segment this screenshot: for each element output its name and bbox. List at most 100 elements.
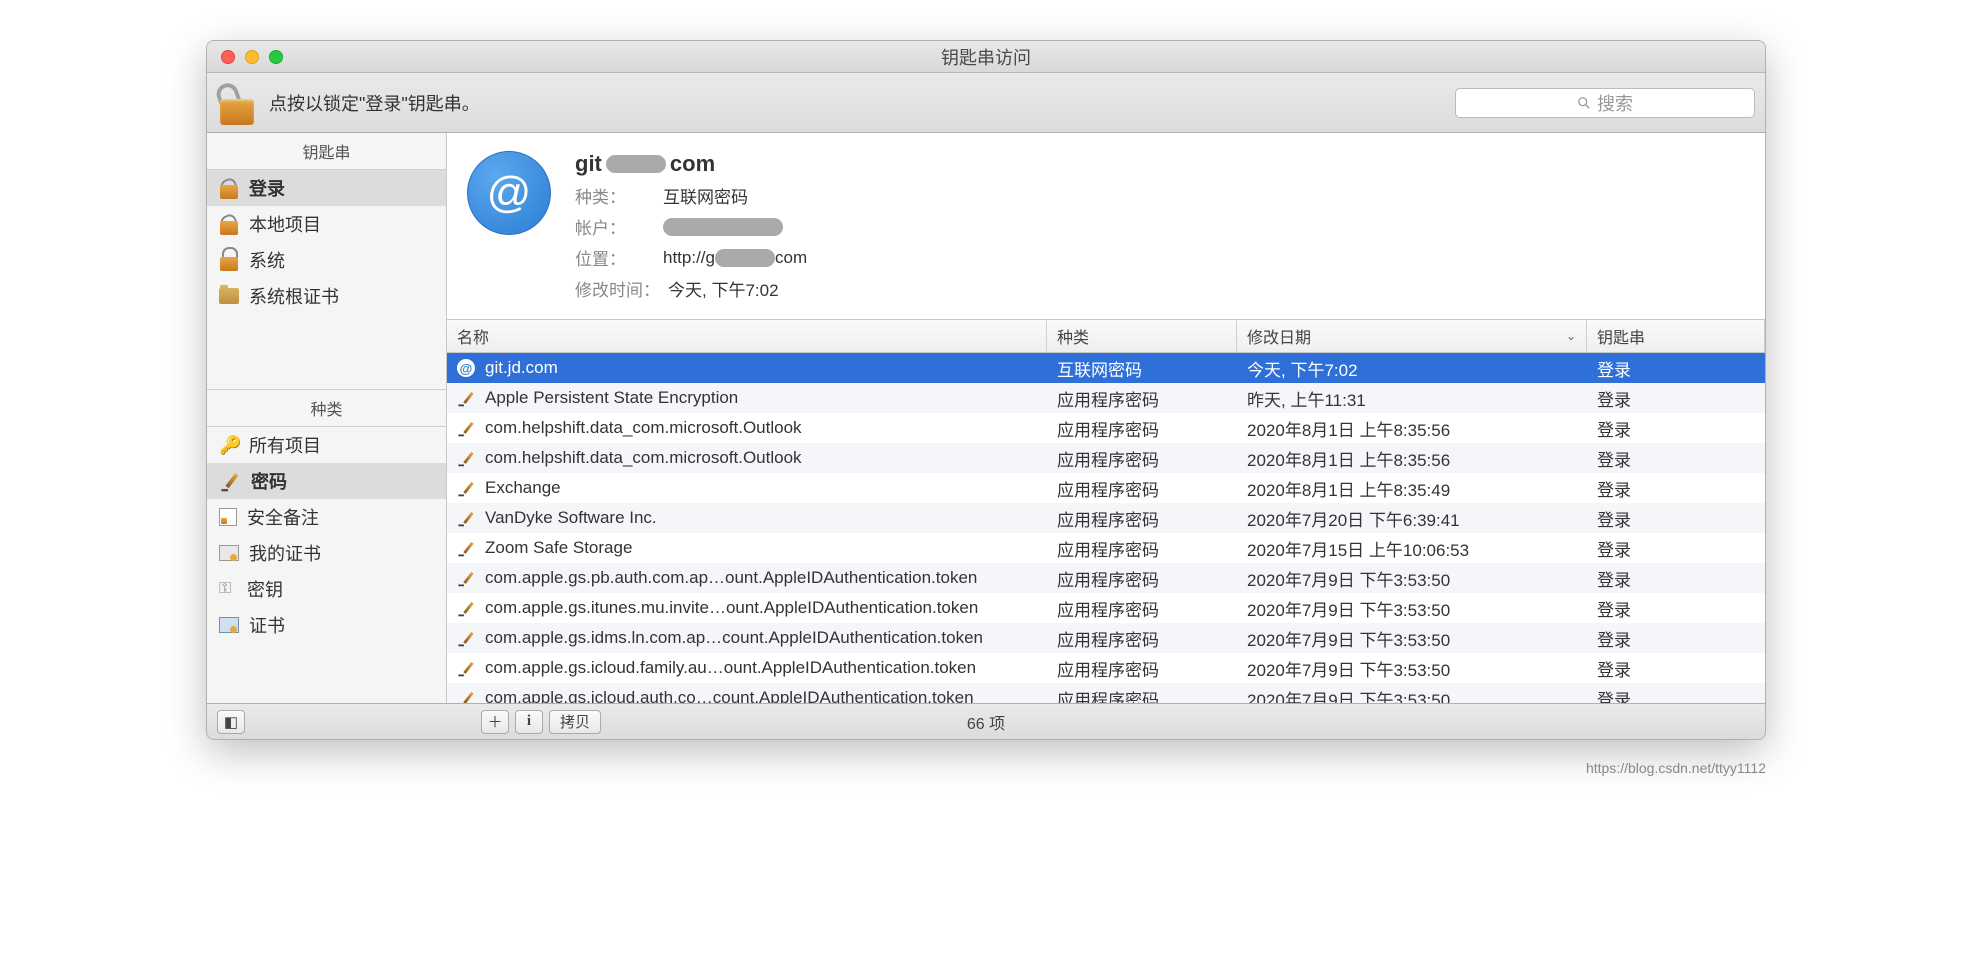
note-icon (219, 508, 237, 526)
redacted (663, 218, 783, 236)
at-icon: @ (467, 151, 551, 235)
detail-kind-value: 互联网密码 (663, 183, 748, 208)
row-keychain: 登录 (1587, 356, 1765, 381)
pen-icon (219, 470, 241, 492)
row-kind: 互联网密码 (1047, 356, 1237, 381)
item-count: 66 项 (967, 710, 1005, 734)
close-button[interactable] (221, 50, 235, 64)
column-keychain[interactable]: 钥匙串 (1587, 320, 1765, 352)
row-name: Exchange (485, 478, 561, 498)
row-keychain: 登录 (1587, 446, 1765, 471)
zoom-button[interactable] (269, 50, 283, 64)
lock-closed-icon (219, 249, 239, 271)
table-row[interactable]: Zoom Safe Storage应用程序密码2020年7月15日 上午10:0… (447, 533, 1765, 563)
pen-icon (457, 629, 475, 647)
window-title: 钥匙串访问 (941, 44, 1031, 70)
sidebar-category-item[interactable]: 🔑 所有项目 (207, 427, 446, 463)
row-kind: 应用程序密码 (1047, 416, 1237, 441)
sidebar-keychain-item[interactable]: 系统根证书 (207, 278, 446, 314)
table-row[interactable]: @git.jd.com互联网密码今天, 下午7:02登录 (447, 353, 1765, 383)
table-row[interactable]: com.apple.gs.idms.ln.com.ap…count.AppleI… (447, 623, 1765, 653)
table-row[interactable]: com.helpshift.data_com.microsoft.Outlook… (447, 413, 1765, 443)
row-date: 2020年8月1日 上午8:35:56 (1237, 416, 1587, 441)
table-row[interactable]: Apple Persistent State Encryption应用程序密码昨… (447, 383, 1765, 413)
sidebar-category-item[interactable]: 密码 (207, 463, 446, 499)
row-name: VanDyke Software Inc. (485, 508, 657, 528)
row-keychain: 登录 (1587, 386, 1765, 411)
sidebar-item-label: 证书 (249, 612, 285, 638)
detail-name: gitcom (575, 151, 807, 177)
folder-icon (219, 288, 239, 304)
row-date: 2020年8月1日 上午8:35:49 (1237, 476, 1587, 501)
row-kind: 应用程序密码 (1047, 566, 1237, 591)
sidebar-item-label: 密码 (251, 468, 287, 494)
row-date: 2020年7月9日 下午3:53:50 (1237, 566, 1587, 591)
row-keychain: 登录 (1587, 626, 1765, 651)
sidebar-category-item[interactable]: ⚿密钥 (207, 571, 446, 607)
column-kind[interactable]: 种类 (1047, 320, 1237, 352)
keychain-window: 钥匙串访问 点按以锁定"登录"钥匙串。 搜索 钥匙串 登录本地项目系统系统根证书… (206, 40, 1766, 740)
row-name: com.apple.gs.icloud.family.au…ount.Apple… (485, 658, 976, 678)
sidebar-header-keychains: 钥匙串 (207, 133, 446, 170)
table-row[interactable]: VanDyke Software Inc.应用程序密码2020年7月20日 下午… (447, 503, 1765, 533)
column-date[interactable]: 修改日期⌄ (1237, 320, 1587, 352)
row-keychain: 登录 (1587, 536, 1765, 561)
sidebar-item-label: 我的证书 (249, 540, 321, 566)
key-icon: ⚿ (219, 580, 237, 598)
lock-open-icon (217, 81, 257, 125)
row-date: 2020年7月20日 下午6:39:41 (1237, 506, 1587, 531)
row-name: com.apple.gs.itunes.mu.invite…ount.Apple… (485, 598, 978, 618)
row-kind: 应用程序密码 (1047, 446, 1237, 471)
row-name: Zoom Safe Storage (485, 538, 632, 558)
info-button[interactable]: i (515, 710, 543, 734)
table-row[interactable]: com.apple.gs.pb.auth.com.ap…ount.AppleID… (447, 563, 1765, 593)
search-field[interactable]: 搜索 (1455, 88, 1755, 118)
lock-hint: 点按以锁定"登录"钥匙串。 (269, 90, 480, 116)
minimize-button[interactable] (245, 50, 259, 64)
row-date: 2020年7月9日 下午3:53:50 (1237, 596, 1587, 621)
sidebar-item-label: 所有项目 (249, 432, 321, 458)
statusbar: ◧ ＋ i 拷贝 66 项 (207, 703, 1765, 739)
titlebar[interactable]: 钥匙串访问 (207, 41, 1765, 73)
copy-button[interactable]: 拷贝 (549, 710, 601, 734)
table-row[interactable]: com.apple.gs.itunes.mu.invite…ount.Apple… (447, 593, 1765, 623)
detail-modified-value: 今天, 下午7:02 (668, 276, 779, 301)
sidebar-keychain-item[interactable]: 本地项目 (207, 206, 446, 242)
row-date: 2020年7月15日 上午10:06:53 (1237, 536, 1587, 561)
pen-icon (457, 509, 475, 527)
table-row[interactable]: com.apple.gs.icloud.auth.co…count.AppleI… (447, 683, 1765, 703)
search-icon (1577, 96, 1591, 110)
row-kind: 应用程序密码 (1047, 476, 1237, 501)
row-kind: 应用程序密码 (1047, 686, 1237, 704)
sidebar-item-label: 本地项目 (249, 211, 321, 237)
lock-open-icon (219, 177, 239, 199)
detail-modified-label: 修改时间： (575, 276, 660, 301)
lock-area[interactable]: 点按以锁定"登录"钥匙串。 (217, 81, 480, 125)
table-row[interactable]: com.helpshift.data_com.microsoft.Outlook… (447, 443, 1765, 473)
watermark: https://blog.csdn.net/ttyy1112 (206, 760, 1766, 776)
sidebar-category-item[interactable]: 我的证书 (207, 535, 446, 571)
body: 钥匙串 登录本地项目系统系统根证书 种类 🔑所有项目密码安全备注我的证书⚿密钥证… (207, 133, 1765, 703)
table-row[interactable]: com.apple.gs.icloud.family.au…ount.Apple… (447, 653, 1765, 683)
row-kind: 应用程序密码 (1047, 386, 1237, 411)
detail-location-label: 位置： (575, 245, 655, 270)
sidebar-item-label: 系统 (249, 247, 285, 273)
row-kind: 应用程序密码 (1047, 596, 1237, 621)
image-button[interactable]: ◧ (217, 710, 245, 734)
pen-icon (457, 389, 475, 407)
row-name: Apple Persistent State Encryption (485, 388, 738, 408)
row-name: com.apple.gs.idms.ln.com.ap…count.AppleI… (485, 628, 983, 648)
lock-open-icon (219, 213, 239, 235)
column-name[interactable]: 名称 (447, 320, 1047, 352)
row-kind: 应用程序密码 (1047, 626, 1237, 651)
sidebar-category-item[interactable]: 安全备注 (207, 499, 446, 535)
sidebar-category-item[interactable]: 证书 (207, 607, 446, 643)
keychains-list: 登录本地项目系统系统根证书 (207, 170, 446, 314)
sidebar-keychain-item[interactable]: 登录 (207, 170, 446, 206)
add-button[interactable]: ＋ (481, 710, 509, 734)
keys-icon: 🔑 (219, 435, 239, 455)
sidebar-keychain-item[interactable]: 系统 (207, 242, 446, 278)
row-name: com.apple.gs.icloud.auth.co…count.AppleI… (485, 688, 974, 703)
row-name: git.jd.com (485, 358, 558, 378)
table-row[interactable]: Exchange应用程序密码2020年8月1日 上午8:35:49登录 (447, 473, 1765, 503)
